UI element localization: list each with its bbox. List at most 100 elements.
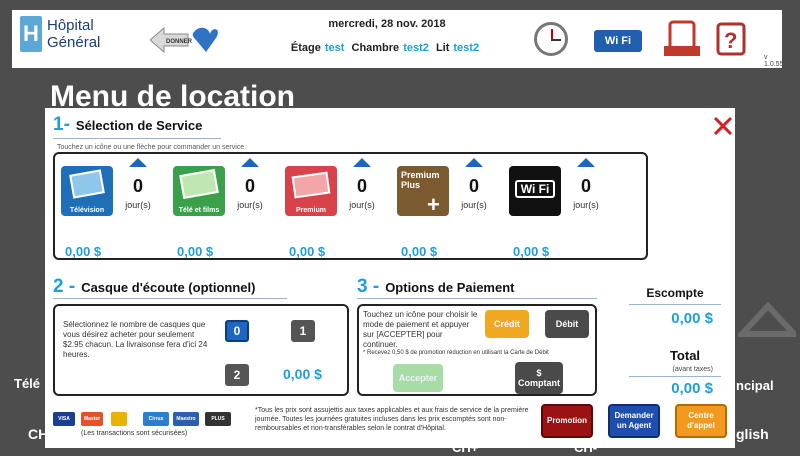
premium-plus-price: 0,00 $ [401,244,438,259]
current-date: mercredi, 28 nov. 2018 [328,18,446,30]
background-label-tele: Télé [14,376,41,391]
wifi-service-label: Wi Fi [515,180,555,198]
section-3-label: Options de Paiement [385,280,515,295]
payment-options-box: Touchez un icône pour choisir le mode de… [357,304,597,396]
headphones-description: Sélectionnez le nombre de casques que vo… [63,320,208,359]
wifi-price: 0,00 $ [513,244,550,259]
wifi-service-icon[interactable]: Wi Fi [509,166,561,216]
service-premium: Premium 0 jour(s) 0,00 $ [281,158,393,259]
service-wifi: Wi Fi 0 jour(s) 0,00 $ [505,158,617,259]
headphones-qty-0-button[interactable]: 0 [225,320,249,342]
section-2-number: 2 - [53,276,76,297]
wifi-increment-arrow[interactable] [577,158,595,167]
premium-price: 0,00 $ [289,244,326,259]
floor-label: Étage [290,42,321,54]
bed-value: test2 [453,42,480,54]
section-1-title: 1- Sélection de Service [53,114,202,136]
wifi-icon[interactable]: Wi Fi [594,30,642,52]
clock-icon[interactable] [534,22,568,56]
request-agent-button[interactable]: Demander un Agent [608,404,660,438]
wifi-count: 0 [580,176,591,196]
wifi-unit: jour(s) [573,200,599,210]
tele-films-unit: jour(s) [237,200,263,210]
cash-label: Comptant [518,378,560,388]
section-1-label: Sélection de Service [75,118,203,133]
premium-plus-increment-arrow[interactable] [465,158,483,167]
promotion-button[interactable]: Promotion [541,404,593,438]
cirrus-icon: Cirrus [143,412,169,426]
tele-films-count: 0 [244,176,255,196]
section-2-label: Casque d'écoute (optionnel) [81,280,256,295]
television-price: 0,00 $ [65,244,102,259]
section-1-divider [53,138,221,139]
premium-plus-count: 0 [468,176,479,196]
room-info: Étage test Chambre test2 Lit test2 [257,42,517,54]
cash-button[interactable]: $ Comptant [515,362,563,394]
price-disclaimer: *Tous les prix sont assujettis aux taxes… [255,407,529,432]
bed-label: Lit [435,42,450,54]
call-center-button[interactable]: Centre d'appel [675,404,727,438]
section-3-number: 3 - [357,276,380,297]
visa-card-icon: VISA [53,412,75,426]
home-icon [738,301,796,337]
premium-plus-icon[interactable]: Premium Plus + [397,166,449,216]
screen: Menu de location Télé CH CH+ CH- ncipal … [0,0,800,456]
television-count: 0 [132,176,143,196]
section-2-divider [53,298,287,299]
logo-line-1: Hôpital [47,17,94,34]
section-1-number: 1- [53,114,70,135]
premium-count: 0 [356,176,367,196]
service-hint: Touchez un icône ou une flèche pour comm… [57,144,247,151]
tele-films-price: 0,00 $ [177,244,214,259]
television-label: Télévision [69,207,105,214]
section-2-title: 2 - Casque d'écoute (optionnel) [53,276,255,298]
close-icon[interactable] [713,116,733,136]
television-unit: jour(s) [125,200,151,210]
section-3-title: 3 - Options de Paiement [357,276,515,298]
premium-plus-unit: jour(s) [461,200,487,210]
service-selection-box: Télévision 0 jour(s) 0,00 $ Télé et film… [53,152,648,260]
headphones-total: 0,00 $ [283,366,322,382]
total-value: 0,00 $ [671,380,713,397]
version-label: v 1.0.55 [764,54,784,68]
hospital-logo: H Hôpital Général [20,16,100,52]
total-label: Total [669,348,701,363]
payment-description: Touchez un icône pour choisir le mode de… [363,310,478,349]
section-3-divider [357,298,597,299]
television-icon[interactable]: Télévision [61,166,113,216]
service-premium-plus: Premium Plus + 0 jour(s) 0,00 $ [393,158,505,259]
tele-films-label: Télé et films [178,207,220,214]
logo-line-2: Général [47,34,101,51]
discount-divider [629,304,721,305]
mastercard-icon: Master [81,412,103,426]
headphones-box: Sélectionnez le nombre de casques que vo… [53,304,349,396]
interac-icon [111,412,127,426]
debit-promo-note: * Recevez 0,50 $ de promotion réduction … [363,350,549,356]
credit-button[interactable]: Crédit [485,310,529,338]
premium-icon[interactable]: Premium [285,166,337,216]
accept-button[interactable]: Accepter [393,364,443,392]
secure-note: (Les transactions sont sécurisées) [81,430,188,437]
donner-button[interactable]: DONNER [150,24,218,56]
premium-increment-arrow[interactable] [353,158,371,167]
room-label: Chambre [351,42,400,54]
service-television: Télévision 0 jour(s) 0,00 $ [57,158,169,259]
headphones-qty-1-button[interactable]: 1 [291,320,315,342]
svg-text:?: ? [724,28,737,53]
total-note: (avant taxes) [672,366,713,373]
background-label-english: glish [736,426,769,442]
cash-symbol: $ [536,368,542,378]
room-value: test2 [403,42,429,54]
tele-films-icon[interactable]: Télé et films [173,166,225,216]
logo-mark: H [20,16,42,52]
service-tele-films: Télé et films 0 jour(s) 0,00 $ [169,158,281,259]
television-increment-arrow[interactable] [129,158,147,167]
voice-call-icon[interactable] [662,20,702,60]
floor-value: test [324,42,345,54]
headphones-qty-2-button[interactable]: 2 [225,364,249,386]
debit-button[interactable]: Débit [545,310,589,338]
help-icon[interactable]: ? [714,22,748,60]
background-label-principal: ncipal [736,378,774,393]
tele-films-increment-arrow[interactable] [241,158,259,167]
plus-icon: PLUS [205,412,231,426]
